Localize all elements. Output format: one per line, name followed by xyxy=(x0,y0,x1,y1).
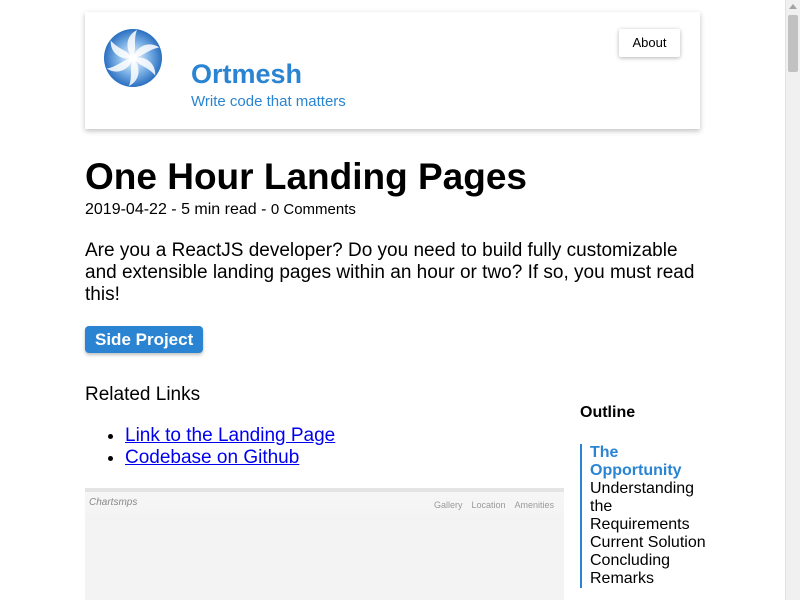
outline-item-the-opportunity[interactable]: The Opportunity xyxy=(590,444,710,480)
preview-banner xyxy=(85,514,564,600)
outline-item-concluding-remarks[interactable]: Concluding Remarks xyxy=(590,552,710,588)
landing-page-screenshot: Chartsmps Gallery Location Amenities xyxy=(85,488,564,600)
site-header: Ortmesh Write code that matters About xyxy=(85,12,700,129)
about-button[interactable]: About xyxy=(619,29,680,57)
landing-page-link[interactable]: Link to the Landing Page xyxy=(125,425,335,446)
github-codebase-link[interactable]: Codebase on Github xyxy=(125,447,299,468)
page-content: Ortmesh Write code that matters About On… xyxy=(0,0,785,600)
site-tagline: Write code that matters xyxy=(191,93,346,110)
scroll-up-arrow-icon[interactable] xyxy=(789,4,797,9)
related-links-heading: Related Links xyxy=(85,384,201,405)
preview-nav-item: Location xyxy=(471,500,506,510)
list-item: Codebase on Github xyxy=(125,447,335,469)
preview-nav-item: Gallery xyxy=(433,500,463,510)
outline-list: The Opportunity Understanding the Requir… xyxy=(580,444,710,588)
site-title[interactable]: Ortmesh xyxy=(191,59,302,90)
preview-browser-bar xyxy=(85,488,564,492)
vertical-scrollbar[interactable] xyxy=(785,0,800,600)
preview-nav-item: Amenities xyxy=(514,500,554,510)
post-title: One Hour Landing Pages xyxy=(85,156,527,197)
outline-item-understanding-requirements[interactable]: Understanding the Requirements xyxy=(590,480,710,534)
post-lead: Are you a ReactJS developer? Do you need… xyxy=(85,240,695,305)
related-links-list: Link to the Landing Page Codebase on Git… xyxy=(85,425,335,469)
pinwheel-logo-icon[interactable] xyxy=(103,28,163,88)
list-item: Link to the Landing Page xyxy=(125,425,335,447)
outline-item-current-solution[interactable]: Current Solution xyxy=(590,534,710,552)
preview-nav: Gallery Location Amenities xyxy=(425,500,554,510)
post-meta: 2019-04-22 - 5 min read - 0 Comments xyxy=(85,201,356,219)
outline-heading: Outline xyxy=(580,404,636,421)
preview-logo: Chartsmps xyxy=(89,497,138,508)
tag-side-project-button[interactable]: Side Project xyxy=(85,326,204,353)
comments-link[interactable]: 0 Comments xyxy=(271,201,356,218)
post-date-readtime: 2019-04-22 - 5 min read - xyxy=(85,201,271,218)
scrollbar-thumb[interactable] xyxy=(788,15,798,72)
